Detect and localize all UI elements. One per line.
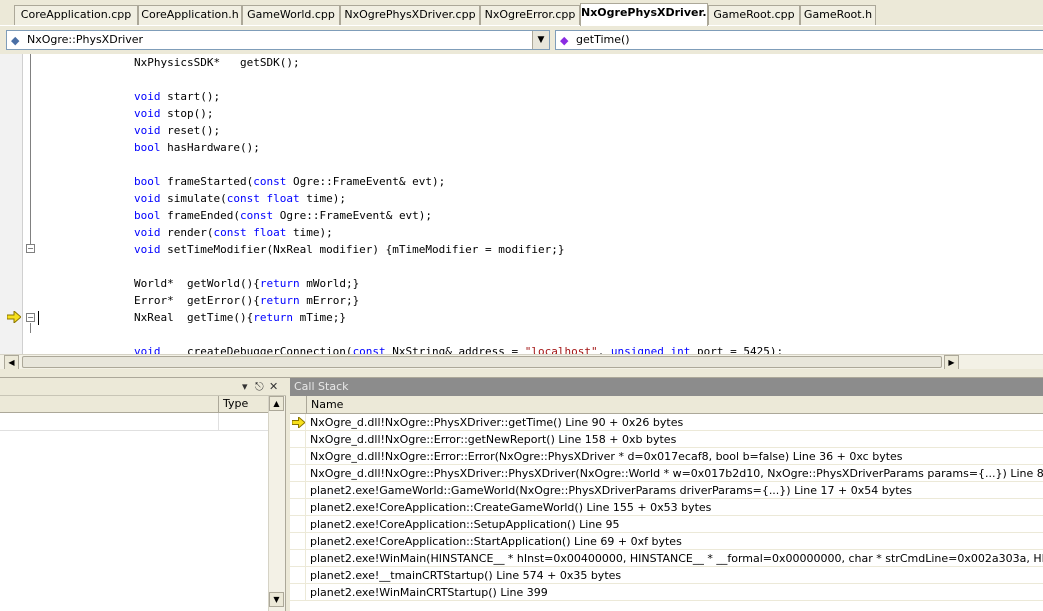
code-line: void stop();	[134, 107, 214, 120]
tab-nxogrephysxdriver-h[interactable]: NxOgrePhysXDriver.h	[580, 3, 708, 26]
horizontal-scroll-thumb[interactable]	[22, 356, 942, 368]
call-stack-pane: Call Stack Name NxOgre_d.dll!NxOgre::Phy…	[290, 378, 1043, 611]
close-icon[interactable]: ✕	[269, 380, 278, 393]
code-line: Error* getError(){return mError;}	[134, 294, 360, 307]
editor-horizontal-scrollbar[interactable]: ◀ ▶	[0, 354, 1043, 370]
pane-splitter[interactable]	[0, 369, 1043, 378]
code-line: World* getWorld(){return mWorld;}	[134, 277, 360, 290]
code-line: bool hasHardware();	[134, 141, 260, 154]
tab-gameroot-h[interactable]: GameRoot.h	[800, 5, 876, 25]
table-row[interactable]: planet2.exe!CoreApplication::SetupApplic…	[290, 516, 1043, 533]
scroll-up-icon[interactable]: ▲	[269, 396, 284, 411]
locals-pane-titlebar: ▾ ⎋ ✕	[0, 378, 286, 396]
table-row[interactable]: NxOgre_d.dll!NxOgre::PhysXDriver::PhysXD…	[290, 465, 1043, 482]
table-row[interactable]: planet2.exe!WinMainCRTStartup() Line 399	[290, 584, 1043, 601]
code-line: void setTimeModifier(NxReal modifier) {m…	[134, 243, 565, 256]
call-stack-frame: planet2.exe!GameWorld::GameWorld(NxOgre:…	[310, 484, 913, 497]
collapse-icon[interactable]: −	[26, 313, 35, 322]
outline-line	[30, 323, 31, 333]
code-line: void reset();	[134, 124, 221, 137]
locals-column-header: Type	[0, 396, 268, 413]
code-line: NxPhysicsSDK* getSDK();	[134, 56, 300, 69]
tab-nxogrephysxdriver-cpp[interactable]: NxOgrePhysXDriver.cpp	[340, 5, 480, 25]
table-row[interactable]: NxOgre_d.dll!NxOgre::PhysXDriver::getTim…	[290, 414, 1043, 431]
list-item[interactable]	[0, 413, 268, 431]
table-row[interactable]: NxOgre_d.dll!NxOgre::Error::Error(NxOgre…	[290, 448, 1043, 465]
code-line: NxReal getTime(){return mTime;}	[134, 311, 346, 324]
tab-nxogreerror-cpp[interactable]: NxOgreError.cpp	[480, 5, 580, 25]
code-text: NxPhysicsSDK* getSDK(); void start(); vo…	[40, 54, 1040, 354]
locals-pane: ▾ ⎋ ✕ Type ▲ ▼	[0, 378, 286, 611]
tab-gameroot-cpp[interactable]: GameRoot.cpp	[708, 5, 800, 25]
editor-gutter	[0, 54, 23, 354]
member-combo-value: getTime()	[576, 33, 630, 46]
column-name-header[interactable]: Name	[306, 396, 343, 414]
code-line: void render(const float time);	[134, 226, 333, 239]
code-line: void start();	[134, 90, 221, 103]
code-line: void createDebuggerConnection(const NxSt…	[134, 345, 784, 354]
table-row[interactable]: planet2.exe!CoreApplication::StartApplic…	[290, 533, 1043, 550]
class-combo-value: NxOgre::PhysXDriver	[27, 33, 144, 46]
tab-coreapplication-cpp[interactable]: CoreApplication.cpp	[14, 5, 138, 25]
navigation-bar: ◆ NxOgre::PhysXDriver ▼ ◆ getTime()	[0, 26, 1043, 54]
call-stack-frame: NxOgre_d.dll!NxOgre::PhysXDriver::getTim…	[310, 416, 684, 429]
code-line: void simulate(const float time);	[134, 192, 346, 205]
tab-coreapplication-h[interactable]: CoreApplication.h	[138, 5, 242, 25]
member-combo[interactable]: ◆ getTime()	[555, 30, 1043, 50]
class-combo[interactable]: ◆ NxOgre::PhysXDriver ▼	[6, 30, 550, 50]
call-stack-frame: planet2.exe!CoreApplication::StartApplic…	[310, 535, 682, 548]
call-stack-frame: planet2.exe!WinMain(HINSTANCE__ * hInst=…	[310, 552, 1043, 565]
class-icon: ◆	[11, 34, 20, 47]
scroll-left-icon[interactable]: ◀	[4, 355, 19, 370]
call-stack-frame: NxOgre_d.dll!NxOgre::PhysXDriver::PhysXD…	[310, 467, 1043, 480]
call-stack-frame: planet2.exe!CoreApplication::CreateGameW…	[310, 501, 712, 514]
current-frame-arrow-icon	[292, 417, 305, 428]
table-row[interactable]: planet2.exe!WinMain(HINSTANCE__ * hInst=…	[290, 550, 1043, 567]
call-stack-frame: planet2.exe!WinMainCRTStartup() Line 399	[310, 586, 548, 599]
scroll-down-icon[interactable]: ▼	[269, 592, 284, 607]
call-stack-frame: planet2.exe!CoreApplication::SetupApplic…	[310, 518, 620, 531]
call-stack-frame: NxOgre_d.dll!NxOgre::Error::Error(NxOgre…	[310, 450, 903, 463]
table-row[interactable]: planet2.exe!__tmainCRTStartup() Line 574…	[290, 567, 1043, 584]
table-row[interactable]: NxOgre_d.dll!NxOgre::Error::getNewReport…	[290, 431, 1043, 448]
column-type-header[interactable]: Type	[218, 396, 268, 413]
collapse-icon[interactable]: −	[26, 244, 35, 253]
outline-line	[30, 54, 31, 244]
current-statement-arrow-icon	[7, 311, 21, 323]
code-line: bool frameEnded(const Ogre::FrameEvent& …	[134, 209, 433, 222]
text-caret	[38, 311, 39, 325]
call-stack-column-header: Name	[290, 396, 1043, 414]
table-row[interactable]: planet2.exe!GameWorld::GameWorld(NxOgre:…	[290, 482, 1043, 499]
chevron-down-icon[interactable]: ▼	[532, 31, 549, 49]
document-tab-strip: CoreApplication.cpp CoreApplication.h Ga…	[0, 0, 1043, 26]
code-editor[interactable]: − − NxPhysicsSDK* getSDK(); void start()…	[0, 54, 1043, 354]
call-stack-title: Call Stack	[290, 378, 1043, 396]
table-row[interactable]: planet2.exe!CoreApplication::CreateGameW…	[290, 499, 1043, 516]
call-stack-frame: planet2.exe!__tmainCRTStartup() Line 574…	[310, 569, 622, 582]
locals-vertical-scrollbar[interactable]: ▲ ▼	[268, 396, 285, 611]
method-icon: ◆	[560, 34, 569, 47]
window-position-icon[interactable]: ▾	[242, 380, 248, 393]
pin-icon[interactable]: ⎋	[255, 380, 264, 394]
call-stack-frame: NxOgre_d.dll!NxOgre::Error::getNewReport…	[310, 433, 677, 446]
code-line: bool frameStarted(const Ogre::FrameEvent…	[134, 175, 446, 188]
tab-gameworld-cpp[interactable]: GameWorld.cpp	[242, 5, 340, 25]
scroll-right-icon[interactable]: ▶	[944, 355, 959, 370]
